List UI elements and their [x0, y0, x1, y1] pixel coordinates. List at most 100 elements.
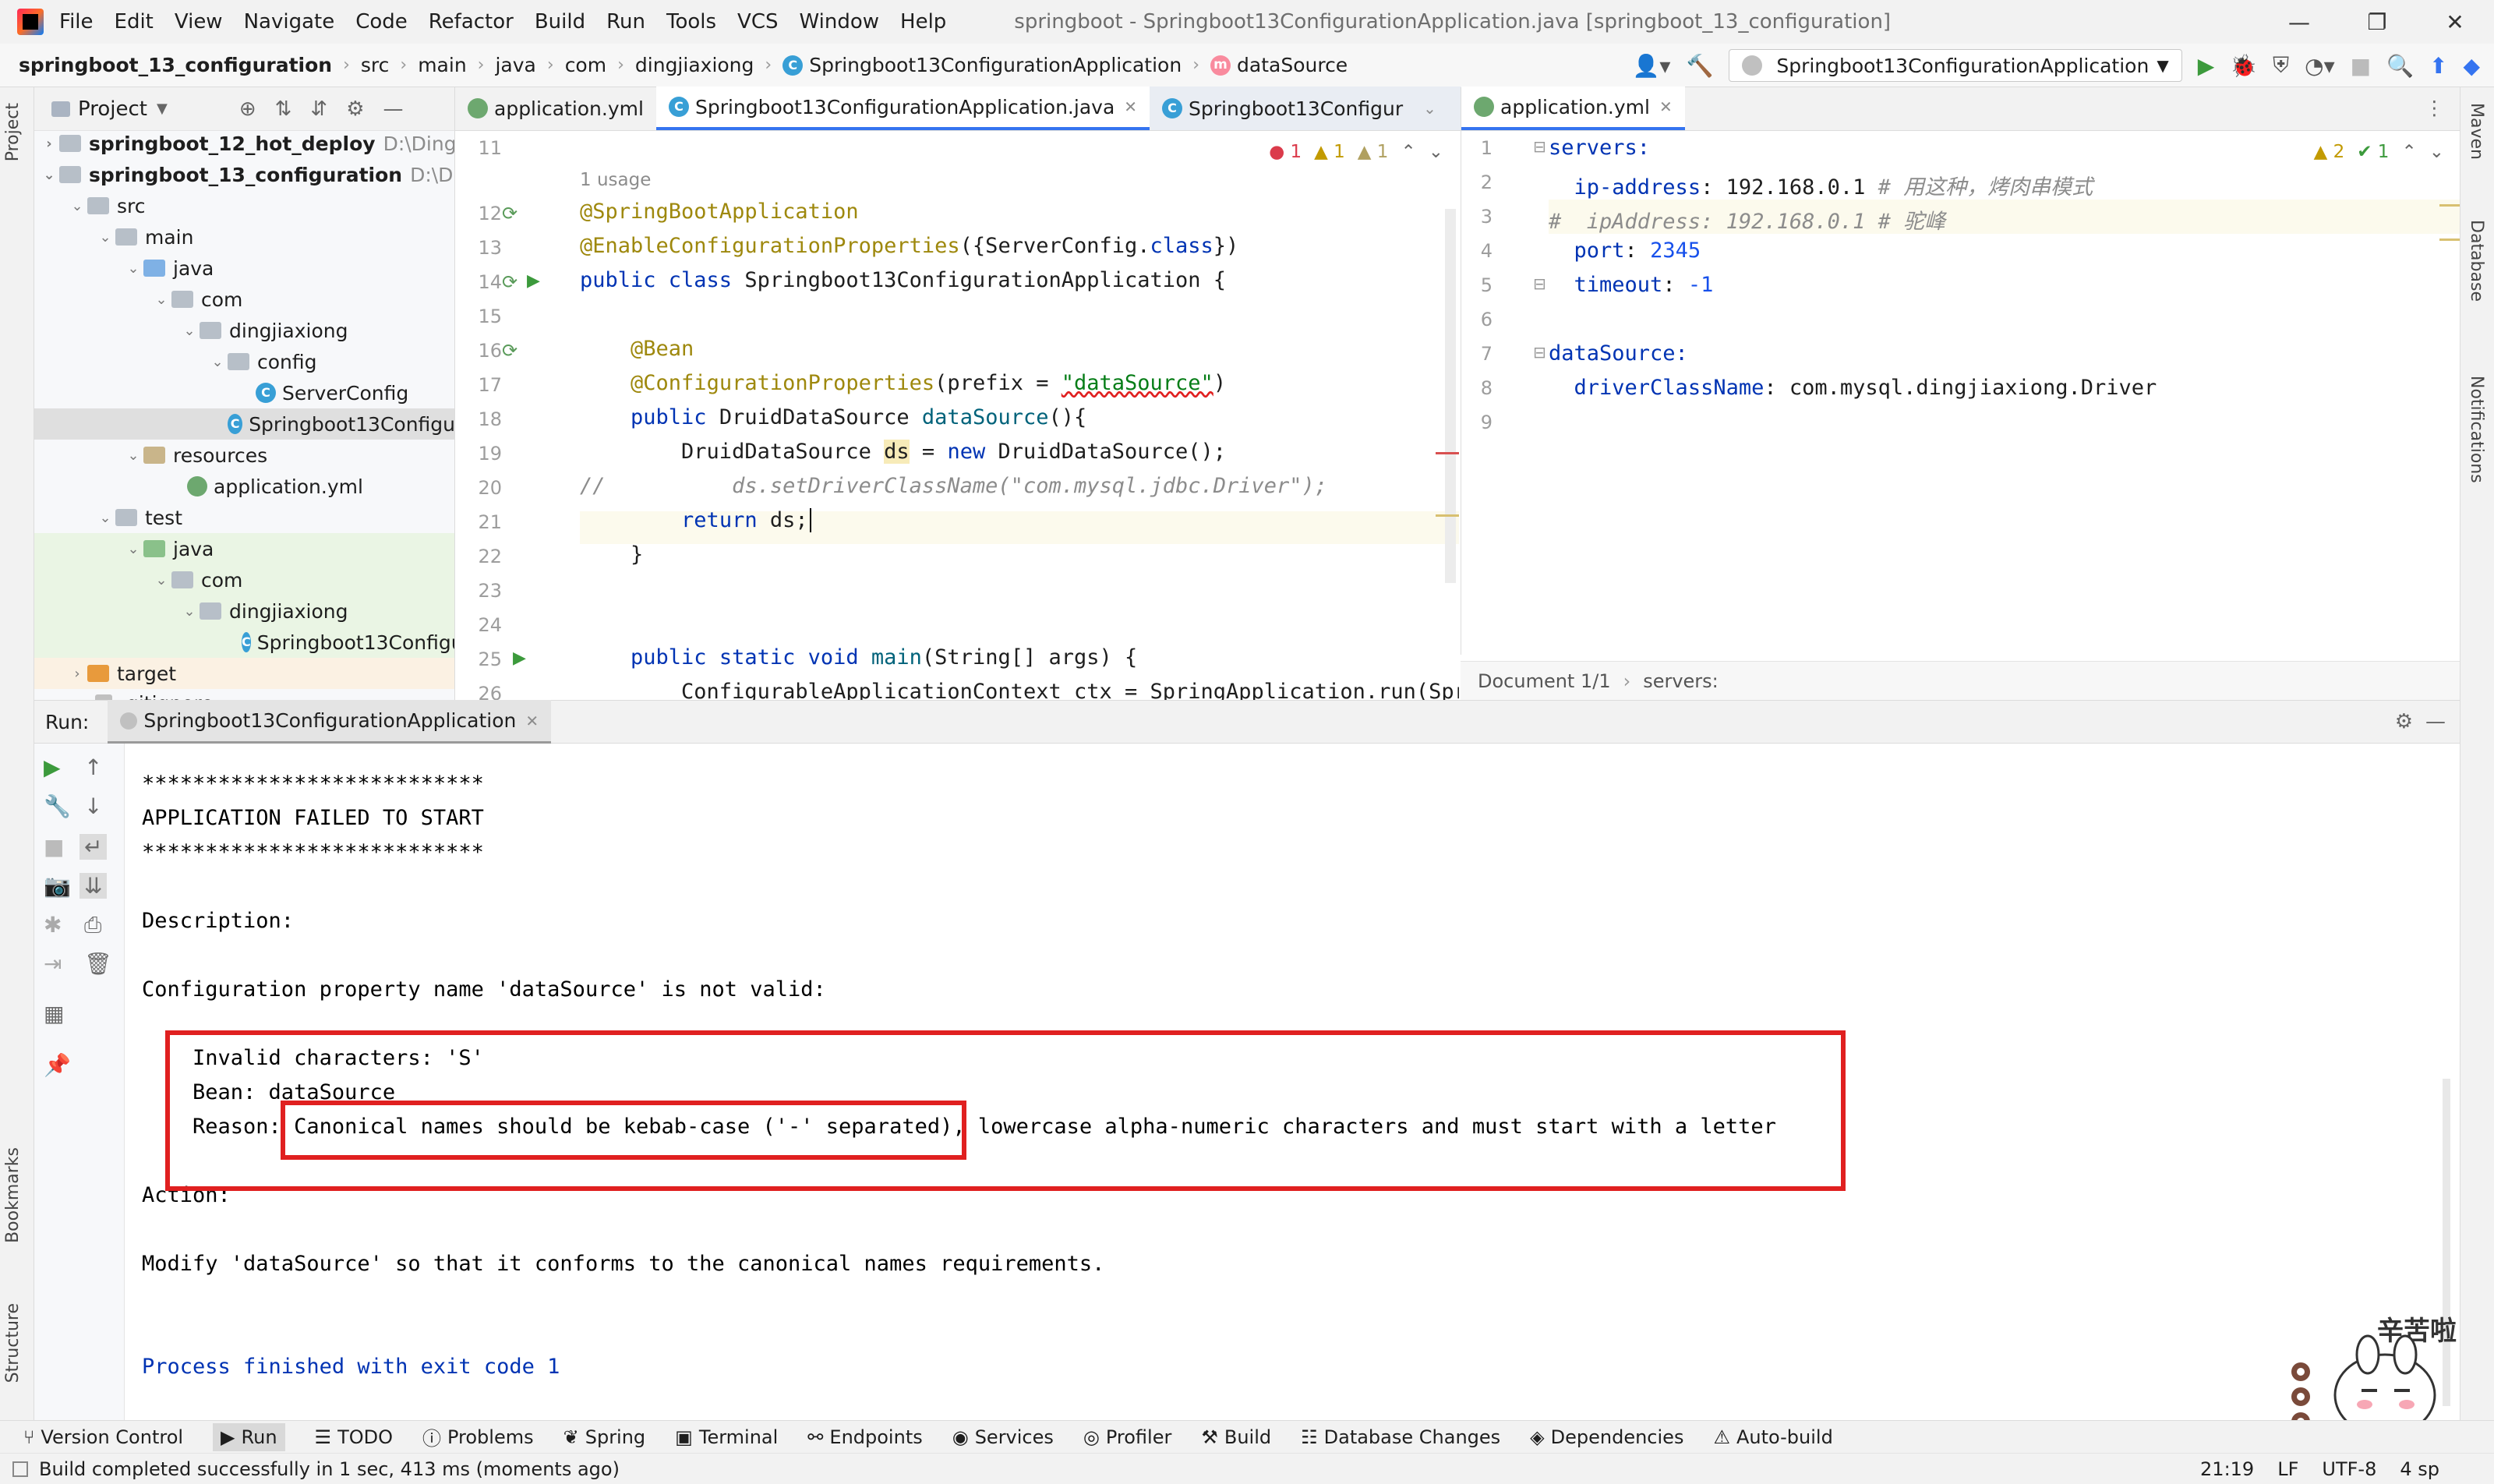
tree-item-target[interactable]: › target — [34, 658, 454, 689]
tree-item-src[interactable]: ⌄ src — [67, 190, 145, 221]
tree-item-test[interactable]: ⌄ test — [95, 502, 182, 533]
hide-icon[interactable]: — — [2425, 710, 2446, 733]
tree-item-com[interactable]: ⌄ com — [151, 284, 242, 315]
tab-version-control[interactable]: ⑂ Version Control — [23, 1426, 183, 1448]
soft-wrap-icon[interactable]: ↵ — [79, 834, 108, 860]
tab-profiler[interactable]: ◎ Profiler — [1083, 1426, 1171, 1448]
menu-refactor[interactable]: Refactor — [429, 10, 514, 34]
project-title[interactable]: Project — [78, 97, 147, 121]
tree-item-test-dingjiaxiong[interactable]: ⌄ dingjiaxiong — [34, 595, 454, 627]
chevron-up-icon[interactable]: ⌃ — [1401, 142, 1415, 162]
java-editor[interactable]: ● 1 ▲ 1 ▲ 1 ⌃ ⌄ 11 1 usage 12 13 14 15 1… — [455, 131, 1459, 700]
run-gutter-icon[interactable]: ▶ — [513, 648, 526, 668]
warning-stripe-marker[interactable] — [2439, 238, 2460, 241]
tree-item-dingjiaxiong[interactable]: ⌄ dingjiaxiong — [179, 315, 348, 346]
rerun-icon[interactable]: ▶ — [44, 754, 61, 780]
structure-tool-tab[interactable]: Structure — [3, 1303, 23, 1383]
tab-application-java-2[interactable]: C Springboot13Configur ⌄ ⋮ — [1150, 87, 1491, 130]
crumb-class[interactable]: Springboot13ConfigurationApplication — [809, 54, 1182, 76]
crumb-project[interactable]: springboot_13_configuration — [19, 54, 332, 76]
tree-item-resources[interactable]: ⌄ resources — [123, 440, 267, 471]
tab-services[interactable]: ◉ Services — [952, 1426, 1054, 1448]
tree-item-java[interactable]: ⌄ java — [123, 253, 214, 284]
crumb-com[interactable]: com — [565, 54, 606, 76]
crumb-package[interactable]: dingjiaxiong — [635, 54, 754, 76]
fold-icon[interactable]: ⊟ — [1533, 343, 1546, 362]
camera-icon[interactable]: 📷 — [44, 873, 71, 899]
tab-todo[interactable]: ☰ TODO — [315, 1426, 393, 1448]
plugins-icon[interactable]: ◆ — [2463, 53, 2480, 79]
chevron-up-icon[interactable]: ⌃ — [2401, 142, 2416, 162]
run-tab[interactable]: Springboot13ConfigurationApplication ✕ — [108, 700, 552, 744]
fold-icon[interactable]: ⊟ — [1533, 137, 1546, 156]
tab-run[interactable]: ▶ Run — [213, 1422, 285, 1451]
editor-scrollbar[interactable] — [1445, 209, 1456, 583]
spring-bean-gutter-icon[interactable]: ⟳ — [502, 203, 518, 224]
warning-stripe-marker[interactable] — [2439, 204, 2460, 207]
close-icon[interactable]: ✕ — [1124, 97, 1137, 116]
wrench-icon[interactable]: 🔧 — [44, 793, 71, 819]
menu-build[interactable]: Build — [535, 10, 585, 34]
inspection-widget[interactable]: ● 1 ▲ 1 ▲ 1 ⌃ ⌄ — [1269, 142, 1443, 162]
tab-dependencies[interactable]: ◈ Dependencies — [1530, 1426, 1683, 1448]
exit-icon[interactable]: ⇥ — [44, 951, 62, 977]
menu-file[interactable]: File — [59, 10, 94, 34]
tree-item-application-class[interactable]: C Springboot13Configu — [34, 408, 454, 440]
update-icon[interactable]: ⬆ — [2429, 53, 2447, 79]
chevron-down-icon[interactable]: ▼ — [157, 101, 168, 117]
minimize-icon[interactable]: — — [2260, 0, 2338, 44]
coverage-icon[interactable]: ⛨ — [2273, 52, 2289, 79]
tree-item-gitignore[interactable]: .gitignore — [95, 687, 214, 700]
menu-view[interactable]: View — [175, 10, 223, 34]
tab-auto-build[interactable]: ⚠ Auto-build — [1713, 1426, 1832, 1448]
debug-icon[interactable]: ✱ — [44, 912, 62, 938]
caret-position[interactable]: 21:19 — [2200, 1458, 2254, 1480]
scroll-down-icon[interactable]: ↓ — [84, 793, 102, 819]
tab-build[interactable]: ⚒ Build — [1201, 1426, 1271, 1448]
user-icon[interactable]: 👤▾ — [1633, 53, 1671, 79]
menu-help[interactable]: Help — [900, 10, 946, 34]
debug-icon[interactable]: 🐞 — [2230, 53, 2257, 79]
maven-tool-tab[interactable]: Maven — [2467, 103, 2486, 160]
bookmarks-tool-tab[interactable]: Bookmarks — [3, 1147, 23, 1243]
yaml-inspection-widget[interactable]: ▲ 2 ✔ 1 ⌃ ⌄ — [2314, 142, 2444, 162]
status-toggle-icon[interactable] — [12, 1461, 28, 1477]
tab-yaml[interactable]: application.yml ✕ — [1461, 87, 1685, 130]
tree-item-hot-deploy[interactable]: › springboot_12_hot_deploy D:\DingJia — [39, 128, 454, 159]
tree-item-config[interactable]: ⌄ config — [207, 346, 316, 377]
profile-icon[interactable]: ◔▾ — [2305, 53, 2335, 79]
pin-icon[interactable]: 📌 — [44, 1052, 71, 1078]
more-icon[interactable]: ⋮ — [2425, 97, 2444, 119]
tree-item-serverconfig[interactable]: C ServerConfig — [256, 377, 408, 408]
tab-database-changes[interactable]: ☷ Database Changes — [1301, 1426, 1500, 1448]
chevron-down-icon[interactable]: ⌄ — [2429, 142, 2444, 162]
run-gutter-icon[interactable]: ▶ — [527, 271, 540, 291]
warning-stripe-marker[interactable] — [1436, 514, 1459, 517]
tab-problems[interactable]: ⓘ Problems — [422, 1423, 534, 1450]
gear-icon[interactable]: ⚙ — [346, 97, 364, 121]
project-tool-tab[interactable]: Project — [3, 103, 23, 161]
collapse-all-icon[interactable]: ⇵ — [310, 97, 327, 121]
print-icon[interactable]: ⎙ — [84, 912, 101, 938]
scroll-up-icon[interactable]: ↑ — [84, 754, 102, 780]
close-icon[interactable]: ✕ — [525, 712, 539, 730]
status-message[interactable]: Build completed successfully in 1 sec, 4… — [39, 1458, 620, 1480]
tree-item-configuration-module[interactable]: ⌄ springboot_13_configuration D:\Ding — [39, 159, 454, 190]
restore-icon[interactable]: ❐ — [2338, 0, 2416, 44]
build-hammer-icon[interactable]: 🔨 — [1686, 53, 1713, 79]
tab-terminal[interactable]: ▣ Terminal — [675, 1426, 778, 1448]
yaml-editor[interactable]: ▲ 2 ✔ 1 ⌃ ⌄ 1 2 3 4 5 6 7 8 9 ⊟ ⊟ ⊟ serv… — [1461, 131, 2460, 655]
usage-hint[interactable]: 1 usage — [580, 170, 651, 190]
tree-item-main[interactable]: ⌄ main — [95, 221, 193, 253]
tree-item-test-com[interactable]: ⌄ com — [34, 564, 454, 595]
menu-code[interactable]: Code — [355, 10, 408, 34]
close-icon[interactable]: ✕ — [1659, 97, 1673, 116]
menu-window[interactable]: Window — [800, 10, 880, 34]
notifications-tool-tab[interactable]: Notifications — [2467, 376, 2486, 483]
menu-run[interactable]: Run — [606, 10, 645, 34]
tree-item-test-class[interactable]: C Springboot13Configu — [34, 627, 454, 658]
stop-icon[interactable]: ■ — [44, 834, 64, 860]
indent-setting[interactable]: 4 sp — [2400, 1458, 2439, 1480]
chevron-down-icon[interactable]: ⌄ — [1429, 142, 1443, 162]
error-stripe-marker[interactable] — [1436, 452, 1459, 454]
